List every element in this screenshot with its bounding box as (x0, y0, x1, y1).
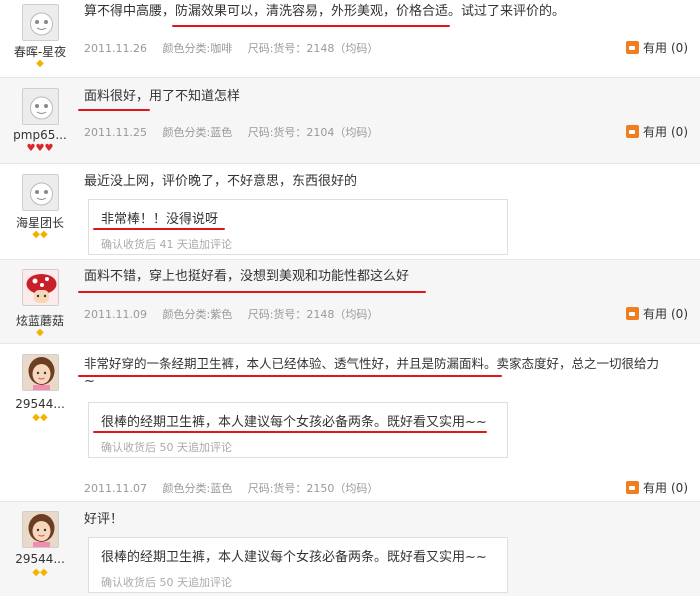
useful-button[interactable]: 有用 (0) (625, 305, 688, 322)
review-item: 春晖-星夜 ◆ 算不得中高腰，防漏效果可以，清洗容易，外形美观，价格合适。试过了… (0, 0, 700, 78)
avatar[interactable] (22, 88, 59, 125)
append-review-note: 确认收货后 41 天追加评论 (101, 238, 232, 251)
review-meta: 2011.11.25 颜色分类:蓝色 尺码:货号：2104（均码） (84, 124, 390, 140)
review-date: 2011.11.25 (84, 126, 147, 139)
review-item: 29544... ◆◆ 非常好穿的一条经期卫生裤，本人已经体验、透气性好，并且是… (0, 344, 700, 502)
append-review-note: 确认收货后 50 天追加评论 (101, 441, 232, 454)
append-review-text: 非常棒！！没得说呀 (101, 212, 219, 227)
review-size: 尺码:货号：2150（均码） (247, 482, 379, 495)
review-color: 颜色分类:紫色 (162, 308, 233, 321)
default-avatar-icon (23, 5, 58, 40)
review-content: 面料很好，用了不知道怎样 (84, 89, 241, 104)
useful-button[interactable]: 有用 (0) (625, 479, 688, 496)
review-color: 颜色分类:蓝色 (162, 126, 233, 139)
highlight-underline (78, 291, 426, 293)
avatar[interactable] (22, 354, 59, 391)
review-content: 非常好穿的一条经期卫生裤，本人已经体验、透气性好，并且是防漏面料。卖家态度好，总… (84, 356, 660, 371)
review-content: 好评！ (84, 512, 124, 527)
rank-badge: ♥♥♥ (26, 143, 54, 154)
review-meta: 2011.11.09 颜色分类:紫色 尺码:货号：2148（均码） (84, 306, 390, 322)
username[interactable]: 29544... (0, 552, 80, 566)
default-avatar-icon (23, 175, 58, 210)
review-meta: 2011.11.07 颜色分类:蓝色 尺码:货号：2150（均码） (84, 480, 390, 496)
username[interactable]: 29544... (0, 397, 80, 411)
review-meta: 2011.11.26 颜色分类:咖啡 尺码:货号：2148（均码） (84, 40, 390, 56)
avatar[interactable] (22, 269, 59, 306)
highlight-underline (93, 228, 225, 230)
review-size: 尺码:货号：2104（均码） (247, 126, 379, 139)
highlight-underline (172, 25, 450, 27)
append-review-box: 很棒的经期卫生裤，本人建议每个女孩必备两条。既好看又实用~~ 确认收货后 50 … (88, 537, 508, 593)
useful-label: 有用 (642, 307, 667, 321)
useful-label: 有用 (642, 125, 667, 139)
avatar[interactable] (22, 4, 59, 41)
highlight-underline (93, 431, 487, 433)
useful-count: (0) (671, 306, 688, 321)
append-review-box: 很棒的经期卫生裤，本人建议每个女孩必备两条。既好看又实用~~ 确认收货后 50 … (88, 402, 508, 458)
rank-badge: ◆◆ (32, 567, 48, 578)
rank-badge: ◆ (36, 327, 44, 338)
useful-label: 有用 (642, 41, 667, 55)
useful-count: (0) (671, 40, 688, 55)
review-size: 尺码:货号：2148（均码） (247, 42, 379, 55)
useful-button[interactable]: 有用 (0) (625, 123, 688, 140)
review-item: 29544... ◆◆ 好评！ 很棒的经期卫生裤，本人建议每个女孩必备两条。既好… (0, 502, 700, 596)
review-content: 面料不错，穿上也挺好看，没想到美观和功能性都这么好 (84, 269, 410, 284)
review-item: 海星团长 ◆◆ 最近没上网，评价晚了，不好意思，东西很好的 非常棒！！没得说呀 … (0, 164, 700, 260)
thumbs-up-icon (625, 307, 639, 320)
useful-count: (0) (671, 124, 688, 139)
useful-label: 有用 (642, 481, 667, 495)
review-date: 2011.11.09 (84, 308, 147, 321)
avatar[interactable] (22, 174, 59, 211)
girl-avatar-icon (23, 355, 58, 390)
default-avatar-icon (23, 89, 58, 124)
useful-count: (0) (671, 480, 688, 495)
review-item: pmp65... ♥♥♥ 面料很好，用了不知道怎样 2011.11.25 颜色分… (0, 78, 700, 164)
rank-badge: ◆◆ (32, 229, 48, 240)
rank-badge: ◆◆ (32, 412, 48, 423)
append-review-text: 很棒的经期卫生裤，本人建议每个女孩必备两条。既好看又实用~~ (101, 415, 487, 430)
review-size: 尺码:货号：2148（均码） (247, 308, 379, 321)
review-content: 最近没上网，评价晚了，不好意思，东西很好的 (84, 174, 358, 189)
girl-avatar-icon (23, 512, 58, 547)
review-date: 2011.11.07 (84, 482, 147, 495)
mushroom-avatar-icon (23, 270, 58, 305)
avatar[interactable] (22, 511, 59, 548)
thumbs-up-icon (625, 125, 639, 138)
thumbs-up-icon (625, 481, 639, 494)
append-review-note: 确认收货后 50 天追加评论 (101, 576, 232, 589)
highlight-underline (78, 109, 150, 111)
highlight-underline (78, 375, 502, 377)
review-color: 颜色分类:咖啡 (162, 42, 233, 55)
append-review-box: 非常棒！！没得说呀 确认收货后 41 天追加评论 (88, 199, 508, 255)
rank-badge: ◆ (36, 58, 44, 69)
review-item: 炫蓝蘑菇 ◆ 面料不错，穿上也挺好看，没想到美观和功能性都这么好 2011.11… (0, 260, 700, 344)
append-review-text: 很棒的经期卫生裤，本人建议每个女孩必备两条。既好看又实用~~ (101, 550, 487, 565)
thumbs-up-icon (625, 41, 639, 54)
useful-button[interactable]: 有用 (0) (625, 39, 688, 56)
review-date: 2011.11.26 (84, 42, 147, 55)
username[interactable]: pmp65... (0, 128, 80, 142)
review-color: 颜色分类:蓝色 (162, 482, 233, 495)
review-content: 算不得中高腰，防漏效果可以，清洗容易，外形美观，价格合适。试过了来评价的。 (84, 4, 566, 19)
